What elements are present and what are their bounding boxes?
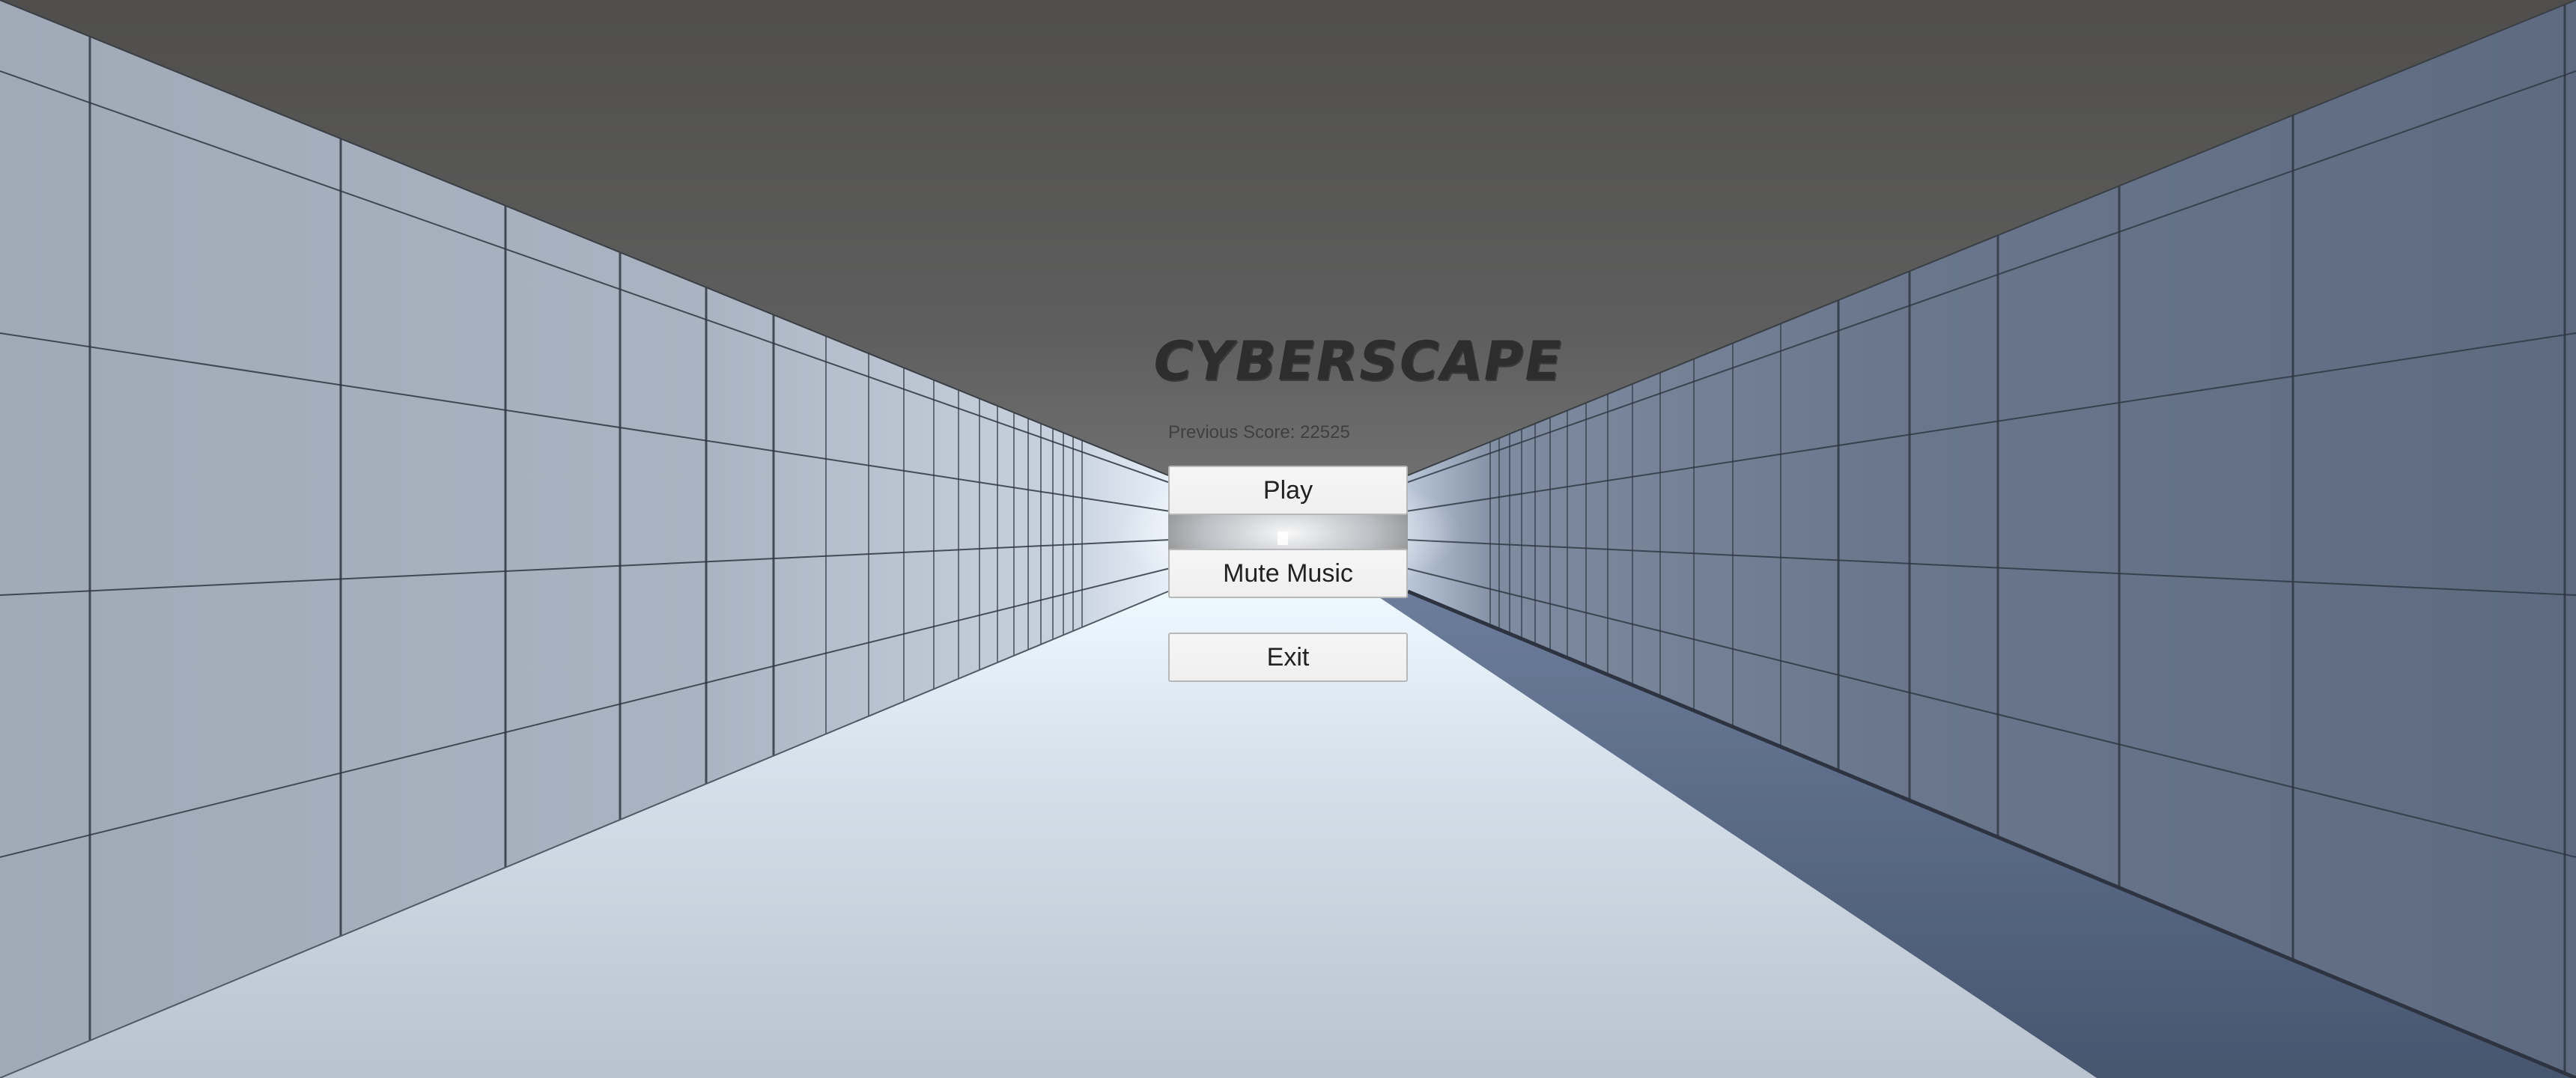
far-light xyxy=(1278,532,1288,545)
game-title: CYBERSCAPE xyxy=(1147,329,1569,392)
previous-score-value: 22525 xyxy=(1300,422,1350,442)
previous-score: Previous Score: 22525 xyxy=(1168,422,1350,443)
corridor-background xyxy=(0,0,2576,1078)
play-button[interactable]: Play xyxy=(1168,466,1408,515)
previous-score-label: Previous Score: xyxy=(1168,422,1295,442)
mute-music-button[interactable]: Mute Music xyxy=(1168,549,1408,598)
exit-button[interactable]: Exit xyxy=(1168,633,1408,682)
game-scene xyxy=(0,0,2576,1078)
